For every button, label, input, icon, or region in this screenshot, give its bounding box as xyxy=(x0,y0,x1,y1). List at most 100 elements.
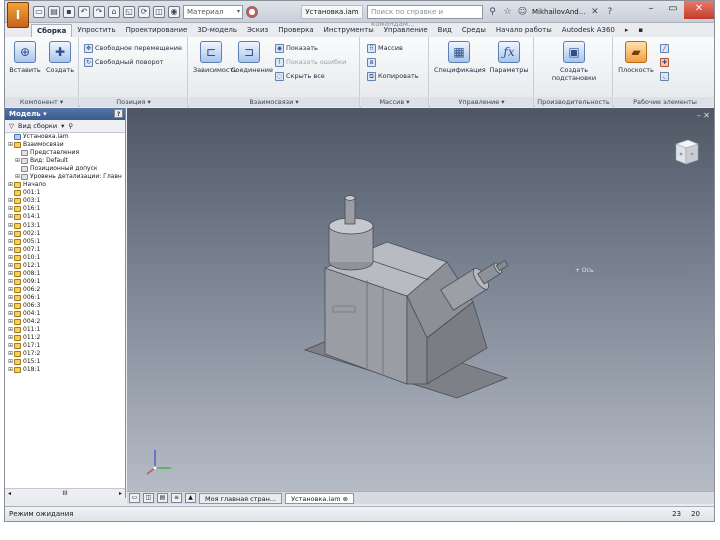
tree-item[interactable]: ⊞ 009:1 xyxy=(5,278,125,286)
tree-item[interactable]: ⊞ 008:1 xyxy=(5,270,125,278)
point-button[interactable]: ✚ xyxy=(660,57,669,68)
viewcube-icon[interactable] xyxy=(668,134,702,168)
chevron-down-icon[interactable]: ▾ xyxy=(61,120,64,132)
open-icon[interactable]: ▤ xyxy=(48,6,60,18)
tree-item[interactable]: ⊞ 014:1 xyxy=(5,213,125,221)
tab-arrow-up-icon[interactable]: ▲ xyxy=(185,493,196,503)
free-rotate-button[interactable]: ↻ Свободный поворот xyxy=(84,57,163,68)
tree-item[interactable]: ⊞ 004:2 xyxy=(5,318,125,326)
tab-list-icon[interactable]: ≡ xyxy=(171,493,182,503)
select-icon[interactable]: ◱ xyxy=(123,6,135,18)
plane-button[interactable]: ▰ Плоскость xyxy=(616,41,656,74)
user-name[interactable]: MikhailovAnd... xyxy=(532,8,585,16)
bom-button[interactable]: ▦ Спецификация xyxy=(434,41,486,74)
tree-item[interactable]: ⊞ 017:2 xyxy=(5,350,125,358)
tree-item[interactable]: ⊞ 005:1 xyxy=(5,238,125,246)
copy-button[interactable]: ⧉ Копировать xyxy=(367,71,419,82)
tab-5[interactable]: Проверка xyxy=(273,24,318,37)
group-label-component[interactable]: Компонент ▾ xyxy=(5,97,78,107)
tree-item[interactable]: ⊞ 006:1 xyxy=(5,294,125,302)
assembly-view-dropdown[interactable]: Вид сборки xyxy=(18,120,57,132)
tab-close-icon[interactable]: ⊗ xyxy=(343,495,348,503)
maximize-icon[interactable]: ▭ xyxy=(662,1,684,19)
help-icon[interactable]: ? xyxy=(604,7,615,18)
update-icon[interactable]: ⟳ xyxy=(138,6,150,18)
axis-button[interactable]: ╱ xyxy=(660,43,669,54)
new-file-icon[interactable]: ▭ xyxy=(33,6,45,18)
browser-header[interactable]: Модель ▾ ? xyxy=(5,108,125,120)
tab-cascade-icon[interactable]: ▤ xyxy=(157,493,168,503)
tab-10[interactable]: Начало работы xyxy=(491,24,557,37)
tree-item[interactable]: ⊞ 016:1 xyxy=(5,205,125,213)
join-button[interactable]: ⊐ Соединение xyxy=(231,41,273,74)
tree-item[interactable]: ⊞ 011:1 xyxy=(5,326,125,334)
tree-item[interactable]: ⊞ 011:2 xyxy=(5,334,125,342)
appearance-ball-icon[interactable]: ● xyxy=(246,6,258,18)
tree-item[interactable]: ⊞ 002:1 xyxy=(5,230,125,238)
application-menu-button[interactable]: I xyxy=(7,2,29,28)
exchange-icon[interactable]: ✕ xyxy=(589,7,600,18)
home-icon[interactable]: ⌂ xyxy=(108,6,120,18)
tree-item[interactable]: Представления xyxy=(5,149,125,157)
axis-label-pill[interactable]: + Ось xyxy=(569,266,687,276)
show-button[interactable]: ◉ Показать xyxy=(275,43,318,54)
measure-icon[interactable]: ◫ xyxy=(153,6,165,18)
tree-item[interactable]: ⊞ 017:1 xyxy=(5,342,125,350)
minimize-icon[interactable]: – xyxy=(640,1,662,19)
group-label-pattern[interactable]: Массив ▾ xyxy=(361,97,428,107)
browser-scrollbar[interactable]: ◂ III ▸ xyxy=(5,488,125,498)
tab-3[interactable]: 3D-модель xyxy=(192,24,242,37)
tab-7[interactable]: Управление xyxy=(379,24,433,37)
constrain-button[interactable]: ⊏ Зависимость xyxy=(193,41,237,74)
tree-item[interactable]: Установка.iam xyxy=(5,133,125,141)
viewport-controls[interactable]: – ✕ xyxy=(697,111,710,120)
tab-layout-icon[interactable]: ▭ xyxy=(129,493,140,503)
tree-item[interactable]: ⊞ 006:3 xyxy=(5,302,125,310)
tree-item[interactable]: ⊞ 004:1 xyxy=(5,310,125,318)
filter-icon[interactable]: ▽ xyxy=(9,120,14,132)
tab-assembly-document[interactable]: Установка.iam ⊗ xyxy=(285,492,355,504)
appearance-icon[interactable]: ◉ xyxy=(168,6,180,18)
graphics-viewport[interactable]: – ✕ + Ось xyxy=(127,108,714,491)
mirror-button[interactable]: ⧈ xyxy=(367,57,376,68)
tab-11[interactable]: Autodesk A360 xyxy=(557,24,620,37)
search-icon[interactable]: ⚲ xyxy=(68,120,73,132)
material-select[interactable]: Материал ▾ xyxy=(183,5,243,19)
tree-item[interactable]: ⊞ Вид: Default xyxy=(5,157,125,165)
tree-item[interactable]: ⊞ Начало xyxy=(5,181,125,189)
help-search-input[interactable]: Поиск по справке и командам... xyxy=(367,5,483,28)
tab-8[interactable]: Вид xyxy=(433,24,457,37)
ribbon-extra-1-icon[interactable]: ▸ xyxy=(620,24,634,37)
user-icon[interactable]: ☺ xyxy=(517,7,528,18)
close-icon[interactable]: ✕ xyxy=(684,1,714,19)
create-button[interactable]: ✚ Создать xyxy=(42,41,78,74)
browser-help-icon[interactable]: ? xyxy=(114,109,123,118)
redo-icon[interactable]: ↷ xyxy=(93,6,105,18)
tree-item[interactable]: ⊞ Уровень детализации: Главн xyxy=(5,173,125,181)
show-sick-button[interactable]: ! Показать ошибки xyxy=(275,57,346,68)
assembly-model[interactable] xyxy=(297,188,577,408)
scroll-right-icon[interactable]: ▸ xyxy=(119,489,122,498)
tab-my-home[interactable]: Моя главная стран... xyxy=(199,492,283,504)
tab-tile-icon[interactable]: ◫ xyxy=(143,493,154,503)
tree-item[interactable]: ⊞ Взаимосвязи xyxy=(5,141,125,149)
tab-4[interactable]: Эскиз xyxy=(242,24,273,37)
parameters-button[interactable]: ƒx Параметры xyxy=(488,41,530,74)
tree-item[interactable]: ⊞ 010:1 xyxy=(5,254,125,262)
tree-item[interactable]: Позиционный допуск xyxy=(5,165,125,173)
browser-title[interactable]: Модель ▾ xyxy=(9,110,47,118)
create-substitutes-button[interactable]: ▣ Создать подстановки xyxy=(547,41,601,82)
scroll-thumb[interactable]: III xyxy=(62,489,67,498)
hide-all-button[interactable]: ◌ Скрыть все xyxy=(275,71,325,82)
tab-9[interactable]: Среды xyxy=(457,24,491,37)
tab-1[interactable]: Упростить xyxy=(72,24,120,37)
tree-item[interactable]: ⊞ 012:1 xyxy=(5,262,125,270)
tree-item[interactable]: ⊞ 007:1 xyxy=(5,246,125,254)
group-label-relationships[interactable]: Взаимосвязи ▾ xyxy=(189,97,359,107)
tree-item[interactable]: ⊞ 015:1 xyxy=(5,358,125,366)
insert-button[interactable]: ⊕ Вставить xyxy=(7,41,43,74)
ribbon-extra-2-icon[interactable]: ▪ xyxy=(633,24,648,37)
star-icon[interactable]: ☆ xyxy=(502,7,513,18)
tree-item[interactable]: ⊞ 006:2 xyxy=(5,286,125,294)
tab-2[interactable]: Проектирование xyxy=(121,24,193,37)
